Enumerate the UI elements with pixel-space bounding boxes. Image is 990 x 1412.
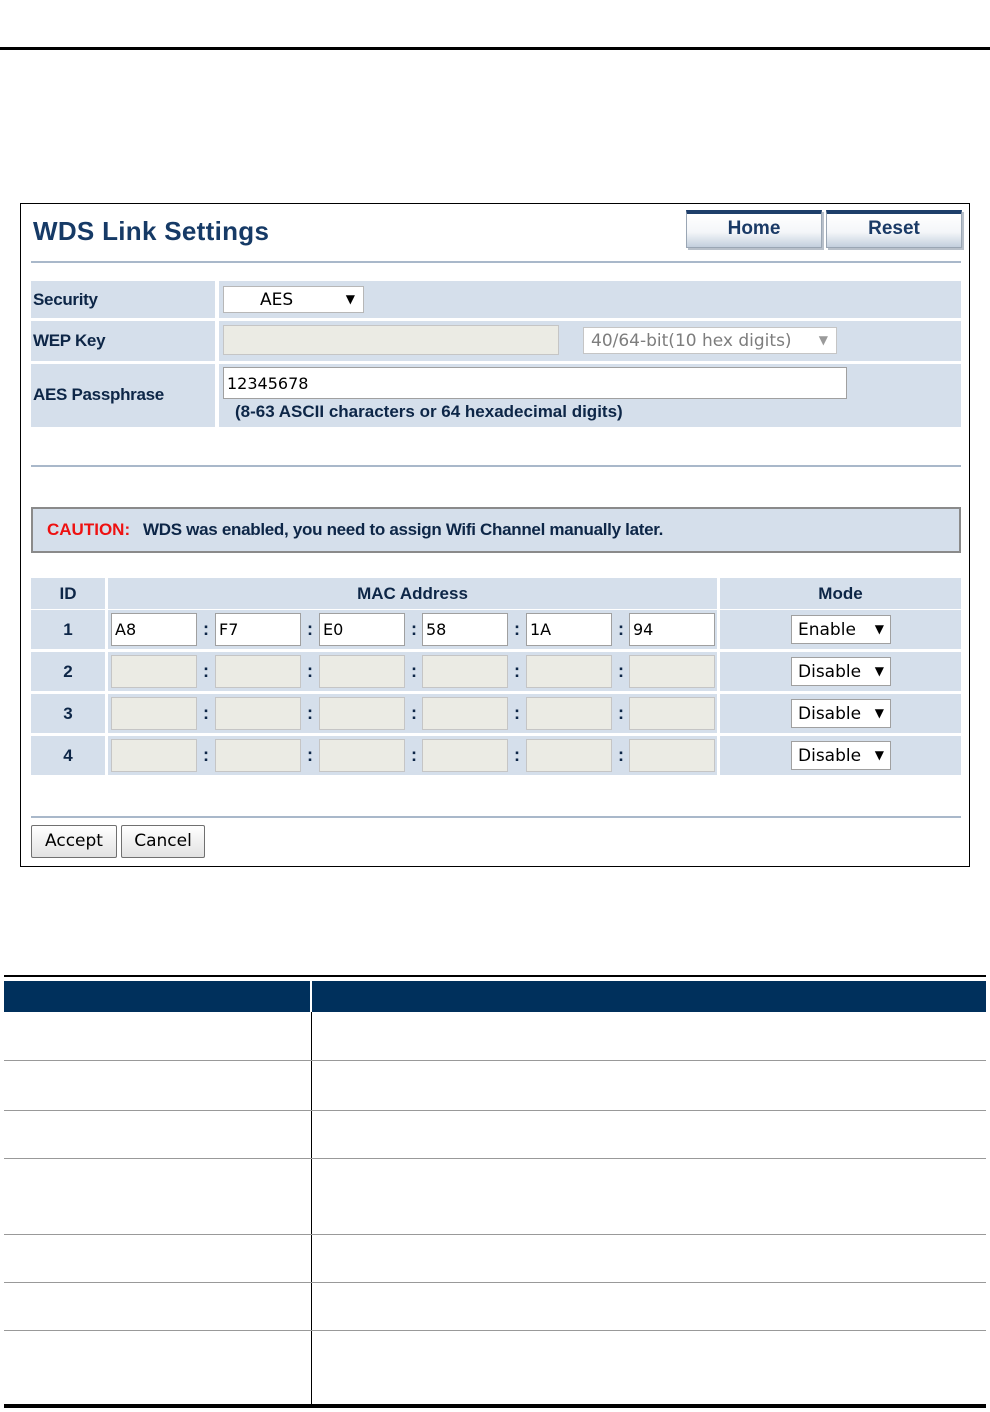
mode-select[interactable]: Disable ▼ (791, 741, 891, 770)
mac-row-id: 1 (63, 620, 73, 639)
mac-octet-4-input[interactable] (422, 613, 508, 646)
mac-separator: : (514, 661, 520, 681)
mode-select[interactable]: Disable ▼ (791, 657, 891, 686)
dropdown-arrow-icon: ▼ (874, 706, 884, 720)
reset-button[interactable]: Reset (826, 210, 962, 248)
description-table-bottom-rule (4, 1404, 986, 1408)
mac-separator: : (618, 745, 624, 765)
mac-separator: : (618, 661, 624, 681)
description-row-line (4, 1234, 986, 1235)
mac-octet-5-input[interactable] (526, 697, 612, 730)
mac-octet-1-input[interactable] (111, 613, 197, 646)
accept-button[interactable]: Accept (31, 825, 117, 858)
security-select[interactable]: AES ▼ (223, 286, 364, 313)
mac-row-id: 2 (63, 662, 73, 681)
aes-passphrase-input[interactable] (223, 367, 847, 399)
dropdown-arrow-icon: ▼ (874, 664, 884, 678)
page-header-rule (0, 47, 990, 50)
mac-octet-2-input[interactable] (215, 613, 301, 646)
caution-message: WDS was enabled, you need to assign Wifi… (143, 520, 664, 539)
description-table-top-rule (4, 975, 986, 977)
mode-select-value: Enable (798, 620, 856, 640)
mac-octet-5-input[interactable] (526, 655, 612, 688)
description-row-line (4, 1330, 986, 1331)
mac-octet-3-input[interactable] (319, 655, 405, 688)
dropdown-arrow-icon: ▼ (874, 622, 884, 636)
wep-key-length-value: 40/64-bit(10 hex digits) (591, 331, 792, 351)
mac-table-header-mode: Mode (818, 584, 863, 603)
mac-separator: : (618, 619, 624, 639)
mac-separator: : (203, 703, 209, 723)
mac-octet-2-input[interactable] (215, 655, 301, 688)
mode-select[interactable]: Disable ▼ (791, 699, 891, 728)
security-label: Security (33, 290, 98, 309)
mac-octet-2-input[interactable] (215, 697, 301, 730)
mac-separator: : (307, 745, 313, 765)
home-button[interactable]: Home (686, 210, 822, 248)
caution-banner: CAUTION: WDS was enabled, you need to as… (31, 507, 961, 553)
mac-octet-4-input[interactable] (422, 655, 508, 688)
wep-key-length-select[interactable]: 40/64-bit(10 hex digits) ▼ (583, 327, 837, 354)
mac-octet-4-input[interactable] (422, 697, 508, 730)
divider (31, 465, 961, 467)
description-table-header (4, 981, 986, 1012)
mac-octet-6-input[interactable] (629, 739, 715, 772)
mode-select-value: Disable (798, 662, 862, 682)
mac-separator: : (411, 745, 417, 765)
mac-table-header-mac: MAC Address (357, 584, 468, 603)
mac-separator: : (514, 703, 520, 723)
mac-octet-1-input[interactable] (111, 697, 197, 730)
divider (31, 816, 961, 818)
dropdown-arrow-icon: ▼ (345, 292, 355, 306)
description-column-divider (311, 1012, 312, 1404)
mac-separator: : (514, 745, 520, 765)
mac-separator: : (618, 703, 624, 723)
caution-label: CAUTION: (47, 520, 131, 539)
wep-key-label: WEP Key (33, 331, 106, 350)
security-select-value: AES (260, 290, 294, 310)
mac-octet-6-input[interactable] (629, 655, 715, 688)
mac-separator: : (203, 661, 209, 681)
mac-octet-5-input[interactable] (526, 613, 612, 646)
wds-link-settings-panel: WDS Link Settings Home Reset Security AE… (20, 203, 970, 867)
mac-octet-3-input[interactable] (319, 613, 405, 646)
mac-octet-4-input[interactable] (422, 739, 508, 772)
mac-table-header-id: ID (59, 584, 77, 603)
description-row-line (4, 1060, 986, 1061)
dropdown-arrow-icon: ▼ (874, 748, 884, 762)
mac-separator: : (411, 661, 417, 681)
mac-octet-6-input[interactable] (629, 613, 715, 646)
description-row-line (4, 1110, 986, 1111)
mac-separator: : (411, 703, 417, 723)
mode-select-value: Disable (798, 704, 862, 724)
mac-separator: : (307, 619, 313, 639)
mode-select[interactable]: Enable ▼ (791, 615, 891, 644)
mac-separator: : (514, 619, 520, 639)
mac-octet-6-input[interactable] (629, 697, 715, 730)
cancel-button[interactable]: Cancel (121, 825, 205, 858)
mac-separator: : (203, 745, 209, 765)
mac-separator: : (411, 619, 417, 639)
aes-passphrase-label: AES Passphrase (33, 385, 164, 404)
mac-octet-3-input[interactable] (319, 697, 405, 730)
description-header-divider (310, 981, 312, 1012)
page-title: WDS Link Settings (33, 216, 270, 246)
aes-passphrase-hint: (8-63 ASCII characters or 64 hexadecimal… (235, 402, 623, 421)
divider (31, 261, 961, 263)
mac-octet-1-input[interactable] (111, 655, 197, 688)
dropdown-arrow-icon: ▼ (818, 333, 828, 347)
mac-separator: : (307, 703, 313, 723)
mac-row-id: 3 (63, 704, 73, 723)
mac-octet-5-input[interactable] (526, 739, 612, 772)
mac-octet-2-input[interactable] (215, 739, 301, 772)
description-row-line (4, 1282, 986, 1283)
mode-select-value: Disable (798, 746, 862, 766)
mac-octet-3-input[interactable] (319, 739, 405, 772)
mac-separator: : (203, 619, 209, 639)
mac-separator: : (307, 661, 313, 681)
mac-octet-1-input[interactable] (111, 739, 197, 772)
description-row-line (4, 1158, 986, 1159)
mac-row-id: 4 (63, 746, 73, 765)
wep-key-input[interactable] (223, 325, 559, 355)
